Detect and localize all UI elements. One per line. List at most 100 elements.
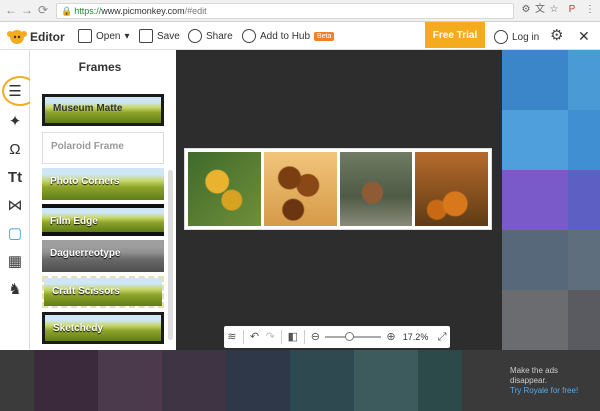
folder-icon [78, 29, 92, 43]
frame-item-label: Polaroid Frame [51, 141, 124, 152]
chevron-down-icon: ▾ [124, 30, 130, 42]
layers-icon[interactable]: ≋ [224, 328, 240, 346]
translate-icon[interactable]: 文 [534, 4, 546, 16]
ad-swatch [34, 350, 98, 411]
ad-swatch [354, 350, 418, 411]
ad-tile [502, 170, 568, 230]
panel-scrollbar[interactable] [168, 170, 173, 340]
ad-tile [502, 230, 568, 290]
redo-icon[interactable]: ↷ [262, 328, 278, 346]
try-royale-link[interactable]: Try Royale for free! [510, 386, 596, 396]
zoom-in-icon[interactable]: ⊕ [383, 328, 399, 346]
ad-tile [568, 50, 600, 110]
frame-item-label: Craft Scissors [52, 286, 120, 297]
photo-acorns[interactable] [263, 152, 337, 226]
undo-icon[interactable]: ↶ [247, 328, 263, 346]
frame-item-label: Sketchedy [53, 323, 104, 334]
face-icon[interactable]: Ω [5, 140, 25, 160]
frame-item-label: Photo Corners [50, 176, 120, 187]
photo-yellow-flowers[interactable] [188, 152, 261, 226]
divider [242, 330, 244, 344]
lock-icon: 🔒 [61, 6, 73, 16]
extension-icon[interactable]: ⚙ [520, 4, 532, 16]
pinterest-icon[interactable]: P [566, 4, 578, 16]
photo-squirrel[interactable] [339, 152, 413, 226]
zoom-out-icon[interactable]: ⊖ [308, 328, 324, 346]
login-button[interactable]: Log in [494, 30, 539, 44]
beta-badge: Beta [314, 31, 335, 41]
ad-tile [568, 290, 600, 350]
gear-icon[interactable]: ⚙ [550, 28, 563, 43]
url-domain: www.picmonkey.com [101, 6, 185, 16]
save-icon [139, 29, 153, 43]
bookmark-star-icon[interactable]: ☆ [548, 4, 560, 16]
ad-text-line: Make the ads disappear. [510, 366, 559, 385]
login-label: Log in [512, 31, 540, 43]
frame-item-museum-matte[interactable]: Museum Matte [42, 94, 164, 126]
open-button[interactable]: Open ▾ [78, 29, 130, 43]
frame-item-polaroid[interactable]: Polaroid Frame [42, 132, 164, 164]
save-button[interactable]: Save [139, 29, 180, 43]
forward-arrow-icon[interactable]: → [20, 3, 34, 17]
ad-swatch [162, 350, 226, 411]
picmonkey-logo-icon [7, 30, 27, 44]
ad-swatch [226, 350, 290, 411]
ad-tile [502, 50, 568, 110]
ad-tile [568, 110, 600, 170]
zoom-slider-knob[interactable] [345, 332, 355, 341]
frame-item-label: Museum Matte [53, 103, 123, 114]
photo-collage[interactable] [184, 148, 492, 230]
sliders-icon[interactable]: ☰ [5, 82, 25, 102]
frame-item-label: Daguerreotype [50, 248, 121, 259]
magic-wand-icon[interactable]: ✦ [5, 112, 25, 132]
url-scheme: https:// [74, 6, 102, 16]
frames-panel: Frames Museum Matte Polaroid Frame Photo… [30, 50, 176, 350]
add-to-hub-button[interactable]: Add to Hub Beta [242, 29, 335, 43]
photo-pumpkins[interactable] [415, 152, 488, 226]
open-label: Open [96, 30, 121, 42]
text-icon[interactable]: Tt [5, 168, 25, 188]
hub-icon [242, 29, 256, 43]
free-trial-button[interactable]: Free Trial [425, 22, 485, 48]
butterfly-icon[interactable]: ⋈ [5, 196, 25, 216]
texture-icon[interactable]: ▦ [5, 252, 25, 272]
tool-rail: ☰ ✦ Ω Tt ⋈ ▢ ▦ ♞ [0, 50, 30, 350]
ad-column[interactable] [502, 50, 600, 350]
app-header: Editor Open ▾ Save Share Add to Hub Beta… [0, 22, 600, 50]
frame-icon[interactable]: ▢ [5, 224, 25, 244]
address-bar[interactable]: 🔒 https://www.picmonkey.com/#edit [56, 3, 514, 19]
ad-tile [568, 170, 600, 230]
ad-tile [568, 230, 600, 290]
cat-icon[interactable]: ♞ [5, 280, 25, 300]
ad-swatch [98, 350, 162, 411]
menu-dots-icon[interactable]: ⋮ [584, 4, 596, 16]
share-label: Share [206, 30, 233, 42]
frame-item-sketchedy[interactable]: Sketchedy [42, 312, 164, 344]
frame-item-film-edge[interactable]: Film Edge [42, 204, 164, 236]
ad-swatch [290, 350, 354, 411]
divider [303, 330, 305, 344]
ad-tile [502, 110, 568, 170]
close-icon[interactable]: ✕ [578, 28, 590, 45]
save-label: Save [157, 30, 180, 42]
share-icon [188, 29, 202, 43]
browser-toolbar: ← → ⟳ 🔒 https://www.picmonkey.com/#edit ⚙… [0, 0, 600, 22]
panel-title: Frames [78, 60, 122, 74]
fullscreen-icon[interactable]: ⤢ [434, 328, 450, 346]
frame-item-craft-scissors[interactable]: Craft Scissors [42, 276, 164, 308]
compare-icon[interactable]: ◧ [285, 328, 301, 346]
ad-swatch [418, 350, 462, 411]
ad-message: Make the ads disappear. Try Royale for f… [510, 366, 596, 396]
app-name: Editor [30, 30, 65, 44]
zoom-slider[interactable] [325, 332, 382, 341]
back-arrow-icon[interactable]: ← [4, 3, 18, 17]
ad-swatch [0, 350, 34, 411]
zoom-value: 17.2% [402, 332, 429, 342]
divider [281, 330, 282, 344]
reload-icon[interactable]: ⟳ [36, 3, 50, 17]
frame-item-photo-corners[interactable]: Photo Corners [42, 168, 164, 200]
share-button[interactable]: Share [188, 29, 233, 43]
url-path: /#edit [184, 6, 207, 16]
user-icon [494, 30, 508, 44]
frame-item-daguerreotype[interactable]: Daguerreotype [42, 240, 164, 272]
